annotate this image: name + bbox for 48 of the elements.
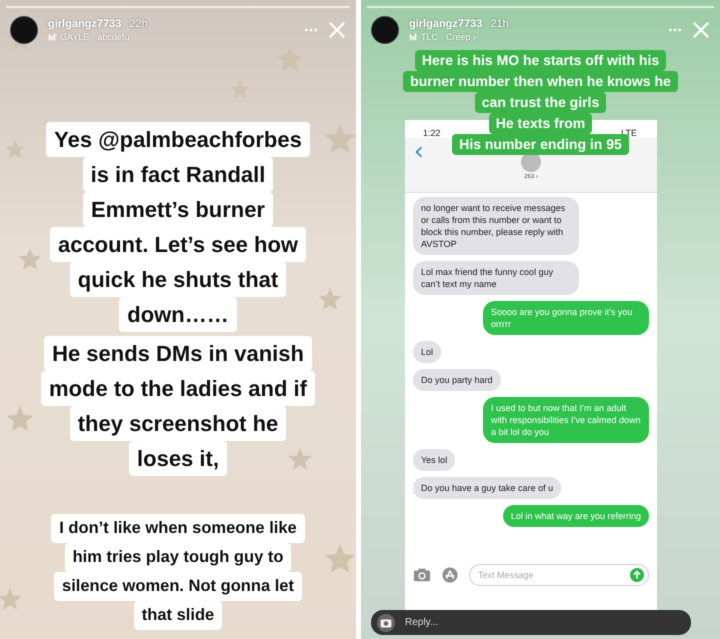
story-text: quick he shuts that (70, 262, 286, 297)
send-icon (630, 568, 644, 582)
music-icon (48, 33, 56, 41)
story-caption: can trust the girls (474, 92, 606, 113)
message-bubble: Lol in what way are you referring (502, 505, 649, 527)
story-text: I don’t like when someone like (51, 514, 305, 543)
story-caption: His number ending in 95 (452, 134, 629, 155)
camera-icon (413, 567, 431, 583)
story-text: they screenshot he (70, 406, 286, 441)
story-text: mode to the ladies and if (41, 371, 315, 406)
story-text: Yes @palmbeachforbes (46, 122, 310, 157)
message-bubble: Soooo are you gonna prove it’s you orrrrr (483, 301, 649, 335)
message-bubble: Yes lol (413, 449, 456, 471)
music-label[interactable]: GAYLE · abcdefu (60, 32, 130, 42)
camera-icon[interactable] (377, 614, 395, 632)
status-time: 1:22 (423, 128, 441, 138)
username[interactable]: girlgangz7733 (48, 18, 122, 30)
more-icon[interactable] (304, 28, 318, 32)
app-store-icon (441, 567, 459, 583)
message-bubble: I used to but now that I’m an adult with responsibilities I’ve calmed down a bit lol do you (483, 397, 649, 443)
story-text: account. Let’s see how (50, 227, 306, 262)
story-caption: He texts from (488, 113, 592, 134)
story-text: that slide (134, 601, 222, 630)
story-text: Emmett’s burner (82, 192, 273, 227)
reply-field[interactable]: Reply... (371, 610, 691, 635)
story-text: down…… (119, 297, 237, 332)
post-time: 21h (490, 18, 509, 30)
message-bubble: Do you have a guy take care of u (413, 477, 562, 499)
more-icon[interactable] (668, 28, 682, 32)
close-icon[interactable] (692, 21, 710, 39)
story-caption: Here is his MO he starts off with his (414, 50, 666, 71)
message-bubble: Lol (413, 341, 442, 363)
music-label[interactable]: TLC · Creep › (421, 32, 476, 42)
story-text: He sends DMs in vanish (44, 336, 312, 371)
message-bubble: Do you party hard (413, 369, 501, 391)
message-bubble: no longer want to receive messages or calls from this number or want to block this number, please reply with AVSTOP (413, 197, 579, 255)
message-bubble: Lol max friend the funny cool guy can’t text my name (413, 261, 579, 295)
back-icon (415, 146, 423, 158)
story-text: loses it, (129, 441, 227, 476)
story-caption: burner number then when he knows he (403, 71, 678, 92)
close-icon[interactable] (328, 21, 346, 39)
post-time: 22h (129, 18, 148, 30)
music-icon (409, 33, 417, 41)
story-text: him tries play tough guy to (64, 543, 292, 572)
avatar[interactable] (371, 16, 399, 44)
username[interactable]: girlgangz7733 (409, 18, 482, 30)
story-text: is in fact Randall (82, 157, 274, 192)
story-text: silence women. Not gonna let (54, 572, 302, 601)
